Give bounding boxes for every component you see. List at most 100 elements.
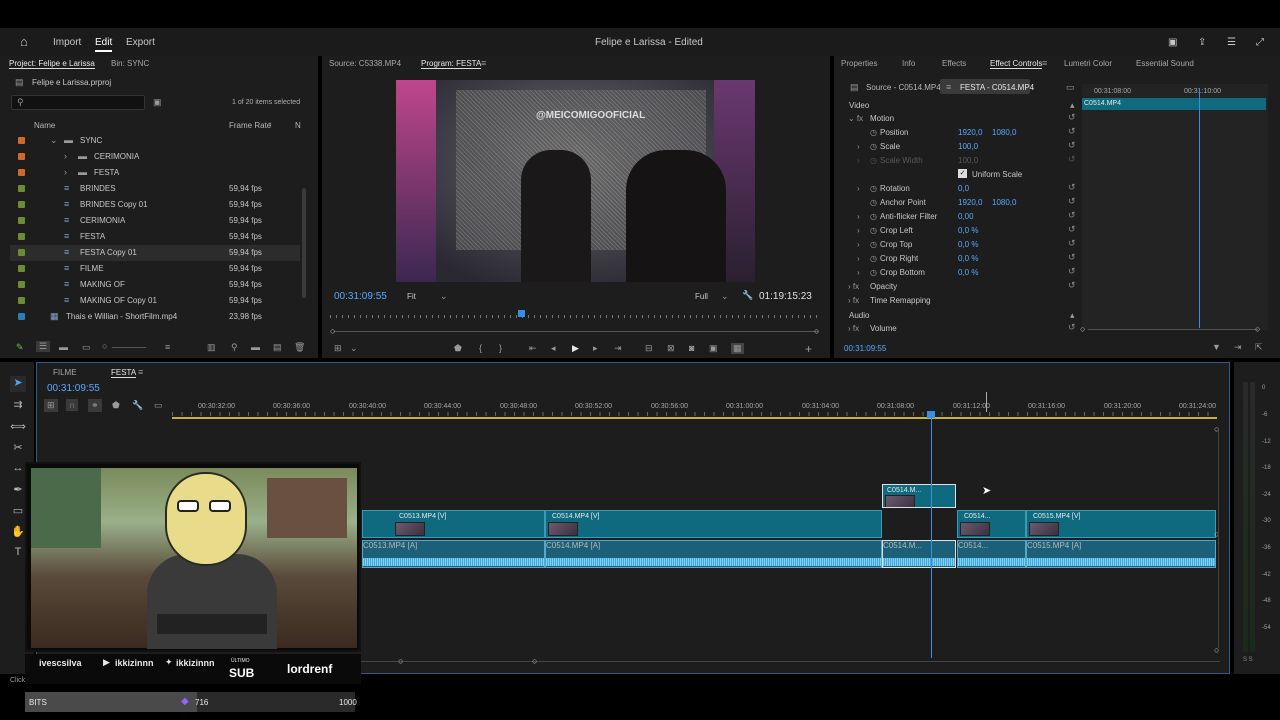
camera-icon[interactable]: ◙ [689,343,694,353]
menu-export[interactable]: Export [126,37,155,48]
ec-zoom-handle-left[interactable]: ○ [1080,324,1085,334]
add-marker-icon[interactable]: ⬟ [454,343,462,354]
list-item[interactable]: ≡ FESTA 59,94 fps [10,229,300,245]
rotation-row[interactable]: › ◷ Rotation 0,0 ↺ [840,182,1080,196]
hand-tool-icon[interactable]: ✋ [10,525,26,541]
ec-mini-clip[interactable]: C0514.MP4 [1082,98,1266,110]
ec-source-tab[interactable]: Source - C0514.MP4 [866,83,941,92]
find-icon[interactable]: ⚲ [231,342,238,353]
collapse-icon[interactable]: ▴ [1070,310,1075,321]
clip-v1-c0515[interactable]: C0515.MP4 [V] [1026,510,1216,538]
tab-sequence-filme[interactable]: FILME [53,368,77,377]
tab-project[interactable]: Project: Felipe e Larissa [9,59,95,69]
tab-lumetri-color[interactable]: Lumetri Color [1064,59,1112,68]
resolution-dropdown[interactable]: Full [695,292,708,301]
tab-effects[interactable]: Effects [942,59,966,68]
toggle-timeline-icon[interactable]: ▭ [1066,82,1075,93]
panel-menu-icon[interactable]: ≡ [481,58,486,68]
zoom-handle-left[interactable]: ○ [330,326,335,336]
new-bin-icon[interactable]: ▬ [251,342,260,352]
column-name[interactable]: Name [34,121,55,130]
time-remapping-effect[interactable]: › fx Time Remapping [840,294,1080,308]
step-back-icon[interactable]: ◂ [551,343,556,354]
type-tool-icon[interactable]: T [10,546,26,562]
playhead[interactable] [518,310,525,317]
ec-playhead[interactable] [1199,88,1200,328]
clip-a1-c0515[interactable]: C0515.MP4 [A] [1026,540,1216,568]
menu-import[interactable]: Import [53,37,81,48]
list-item[interactable]: › ▬ FESTA [10,165,300,181]
volume-effect[interactable]: › fx Volume ↺ [840,322,1080,336]
ec-zoom-handle-right[interactable]: ○ [1255,324,1260,334]
clip-a1-c0514b[interactable]: C0514... [957,540,1026,568]
compare-icon[interactable]: ▣ [709,343,718,354]
crop-top-row[interactable]: › ◷ Crop Top 0,0 % ↺ [840,238,1080,252]
program-time-ruler[interactable] [330,315,822,318]
list-item[interactable]: ▦ Thais e Willian - ShortFilm.mp4 23,98 fp… [10,309,300,325]
menu-edit[interactable]: Edit [95,37,113,52]
tab-essential-sound[interactable]: Essential Sound [1136,59,1194,68]
clip-v1-c0513[interactable]: C0513.MP4 [V] [362,510,545,538]
list-item[interactable]: ≡ CERIMONIA 59,94 fps [10,213,300,229]
vertical-scrollbar[interactable] [1218,430,1219,648]
opacity-effect[interactable]: › fx Opacity ↺ [840,280,1080,294]
pen-tool-icon[interactable]: ✒ [10,483,26,499]
close-icon[interactable]: ≡ [138,367,143,377]
zoom-slider[interactable] [112,347,146,348]
panel-menu-icon[interactable]: ≡ [1042,58,1047,68]
list-item[interactable]: ⌄ ▬ SYNC [10,133,300,149]
trash-icon[interactable]: 🗑 [294,342,305,353]
timeline-timecode[interactable]: 00:31:09:55 [47,383,100,394]
new-item-icon[interactable]: ▤ [273,342,282,353]
hscroll-handle-right[interactable]: ○ [532,656,537,666]
clip-v1-c0514[interactable]: C0514.MP4 [V] [545,510,882,538]
home-icon[interactable]: ⌂ [20,34,28,49]
slip-tool-icon[interactable]: ↔ [10,462,26,478]
position-row[interactable]: ◷ Position 1920,0 1080,0 ↺ [840,126,1080,140]
wrench-icon[interactable]: 🔧 [132,400,143,411]
clip-a1-c0513[interactable]: C0513.MP4 [A] [362,540,545,568]
snap-icon[interactable]: ∩ [66,399,79,411]
timeline-ruler[interactable] [172,412,1217,416]
captions-icon[interactable]: ▭ [154,400,163,411]
ec-zoom-bar[interactable] [1088,329,1258,330]
meter-solo-buttons[interactable]: S S [1243,657,1253,663]
clip-a1-c0514[interactable]: C0514.MP4 [A] [545,540,882,568]
program-video-frame[interactable]: @MEICOMIGOOFICIAL [396,80,755,282]
tab-source-monitor[interactable]: Source: C5338.MP4 [329,59,401,68]
list-item[interactable]: ≡ FILME 59,94 fps [10,261,300,277]
filter-icon[interactable]: ▼ [1212,342,1221,352]
share-icon[interactable]: ⇪ [1198,37,1206,48]
list-item[interactable]: ≡ BRINDES 59,94 fps [10,181,300,197]
workspace-icon[interactable]: ▣ [1168,37,1177,48]
export-frame-icon[interactable]: ⇱ [1255,342,1263,353]
linked-selection-icon[interactable]: ⚭ [88,399,102,412]
tab-effect-controls[interactable]: Effect Controls [990,59,1043,69]
tab-bin[interactable]: Bin: SYNC [111,59,149,68]
crop-bottom-row[interactable]: › ◷ Crop Bottom 0,0 % ↺ [840,266,1080,280]
tab-properties[interactable]: Properties [841,59,877,68]
nest-icon[interactable]: ⊞ [44,399,58,412]
list-item[interactable]: ≡ FESTA Copy 01 59,94 fps [10,245,300,261]
list-view-icon[interactable]: ☰ [36,341,51,352]
extract-icon[interactable]: ⊠ [667,343,675,354]
automate-icon[interactable]: ▥ [207,342,216,353]
list-item[interactable]: ≡ MAKING OF 59,94 fps [10,277,300,293]
sort-icons-icon[interactable]: ≡ [165,342,170,352]
ripple-edit-tool-icon[interactable]: ⟺ [10,420,26,436]
uniform-scale-row[interactable]: ✓ Uniform Scale [840,168,1080,182]
hscroll-handle-left[interactable]: ○ [398,656,403,666]
program-timecode[interactable]: 00:31:09:55 [334,291,387,302]
clip-v1-c0514b[interactable]: C0514... [957,510,1026,538]
rectangle-tool-icon[interactable]: ▭ [10,504,26,520]
crop-left-row[interactable]: › ◷ Crop Left 0,0 % ↺ [840,224,1080,238]
ec-timecode[interactable]: 00:31:09:55 [844,344,886,353]
list-item[interactable]: ≡ MAKING OF Copy 01 59,94 fps [10,293,300,309]
safe-margins-icon[interactable]: ▦ [731,343,744,354]
timeline-playhead-line[interactable] [931,418,932,658]
new-bin-icon[interactable]: ▣ [153,97,162,108]
selection-tool-icon[interactable]: ➤ [10,376,26,392]
add-button-icon[interactable]: + [805,342,812,356]
chevron-down-icon[interactable]: ⌄ [350,343,358,354]
column-frame-rate[interactable]: Frame Rate [229,121,271,130]
